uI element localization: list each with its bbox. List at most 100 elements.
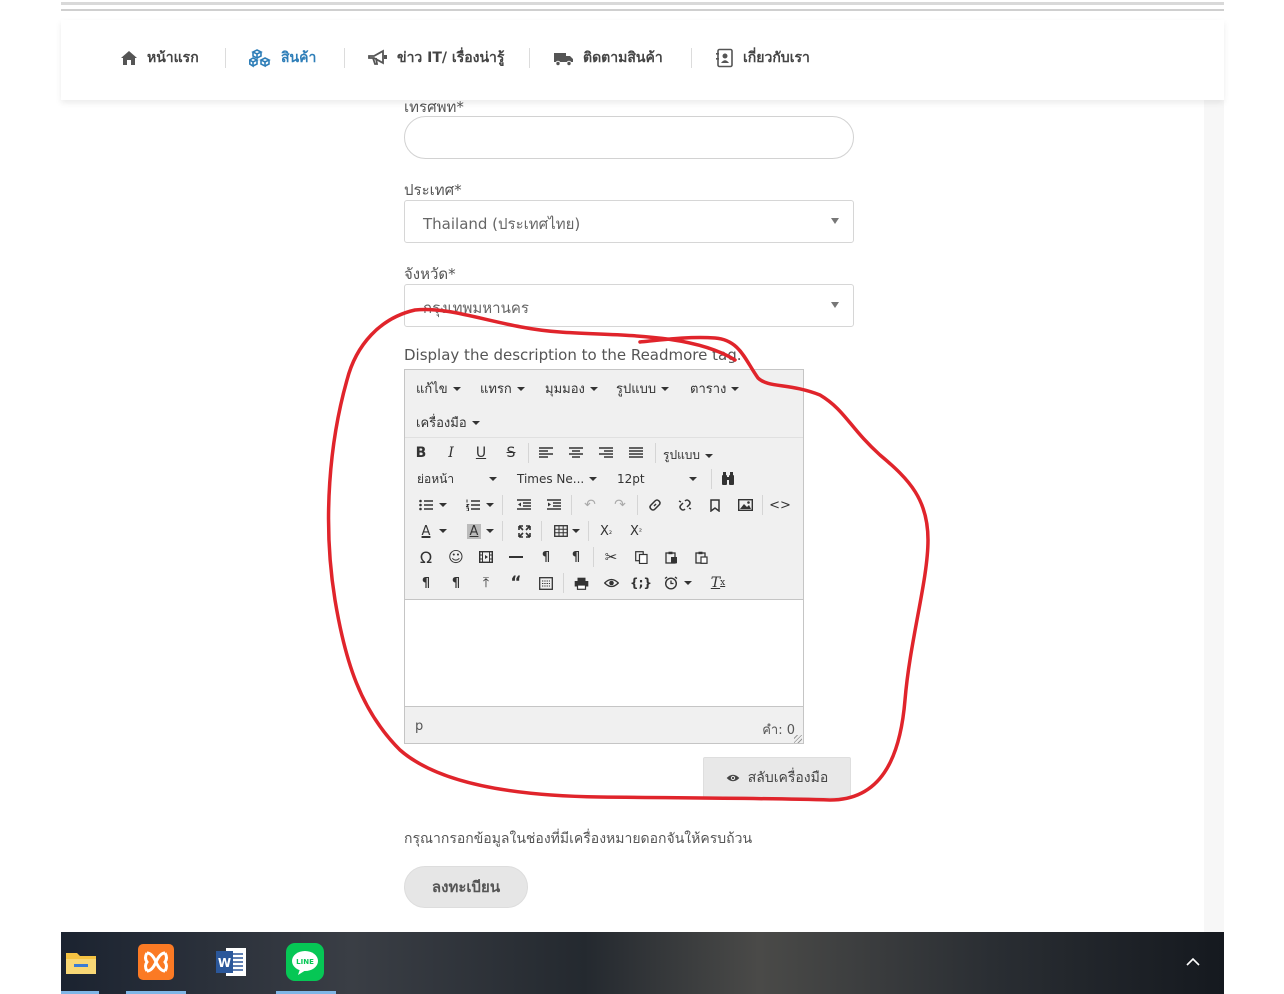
strikethrough-icon[interactable]: S [498, 442, 524, 464]
media-icon[interactable] [473, 546, 499, 568]
image-icon[interactable] [732, 494, 758, 516]
menu-view[interactable]: มุมมอง [545, 378, 598, 399]
toolbar-separator [593, 547, 594, 567]
show-blocks-icon[interactable]: ¶ [413, 572, 439, 594]
code-sample-icon[interactable]: {;} [628, 572, 654, 594]
formats-dropdown[interactable]: รูปแบบ [663, 446, 714, 465]
bullet-list-dropdown[interactable] [436, 494, 450, 516]
nav-label-it-news: ข่าว IT/ เรื่องน่ารู้ [397, 50, 505, 66]
word-count: คำ: 0 [762, 723, 795, 738]
align-right-icon[interactable] [593, 442, 619, 464]
line-app-icon[interactable]: LINE [285, 942, 325, 982]
browser-top-border [61, 2, 1224, 5]
page-break-icon[interactable]: ⤒ [473, 572, 499, 594]
chevron-up-icon[interactable] [1185, 954, 1201, 970]
bookmark-icon[interactable] [702, 494, 728, 516]
country-select[interactable]: Thailand (ประเทศไทย) [404, 200, 854, 243]
menu-insert[interactable]: แทรก [480, 378, 525, 399]
align-justify-icon[interactable] [623, 442, 649, 464]
toggle-toolbar-button[interactable]: สลับเครื่องมือ [703, 757, 851, 798]
template-icon[interactable] [533, 572, 559, 594]
align-center-icon[interactable] [563, 442, 589, 464]
visual-chars-icon[interactable]: ¶ [443, 572, 469, 594]
browser-top-border-2 [61, 9, 1224, 11]
blockquote-icon[interactable]: “ [503, 572, 529, 594]
dropdown-arrow-icon [516, 386, 525, 391]
nav-item-tracking[interactable]: ติดตามสินค้า [553, 46, 663, 70]
xampp-icon[interactable] [136, 942, 176, 982]
bold-icon[interactable]: B [408, 442, 434, 464]
preview-icon[interactable] [598, 572, 624, 594]
indent-icon[interactable] [541, 494, 567, 516]
italic-icon[interactable]: I [438, 442, 464, 464]
contact-card-icon [716, 48, 733, 68]
cut-icon[interactable]: ✂ [598, 546, 624, 568]
editor-content-area[interactable] [405, 599, 803, 707]
fullscreen-icon[interactable] [511, 520, 537, 542]
unlink-icon[interactable] [672, 494, 698, 516]
emoticons-icon[interactable]: ☺ [443, 546, 469, 568]
outdent-icon[interactable] [511, 494, 537, 516]
superscript-icon[interactable]: X² [623, 520, 649, 542]
block-format-select[interactable]: ย่อหน้า [413, 468, 503, 490]
dropdown-arrow-icon [684, 581, 692, 585]
dropdown-arrow-icon [705, 453, 714, 458]
copy-icon[interactable] [628, 546, 654, 568]
link-icon[interactable] [642, 494, 668, 516]
clear-formatting-icon[interactable]: Tx [705, 572, 731, 594]
menu-table[interactable]: ตาราง [690, 378, 740, 399]
phone-input[interactable] [404, 116, 854, 159]
file-explorer-icon[interactable] [61, 942, 101, 982]
undo-icon[interactable]: ↶ [577, 494, 603, 516]
text-color-dropdown[interactable] [436, 520, 450, 542]
font-size-value: 12pt [617, 472, 645, 486]
nav-item-it-news[interactable]: ข่าว IT/ เรื่องน่ารู้ [367, 46, 504, 70]
redo-icon[interactable]: ↷ [607, 494, 633, 516]
editor-statusbar: p คำ: 0 [405, 708, 803, 744]
font-family-select[interactable]: Times Ne... [513, 468, 603, 490]
datetime-dropdown[interactable] [681, 572, 695, 594]
paste-icon[interactable] [658, 546, 684, 568]
find-replace-icon[interactable] [715, 468, 741, 490]
editor-toolbar: B I U S รูปแบบ ย่อหน้า Times Ne... 12pt [405, 439, 803, 599]
word-icon[interactable]: W [211, 942, 251, 982]
dropdown-arrow-icon [572, 529, 580, 533]
toolbar-separator [571, 495, 572, 515]
toolbar-separator [588, 521, 589, 541]
menu-tools[interactable]: เครื่องมือ [416, 412, 480, 433]
table-dropdown[interactable] [569, 520, 583, 542]
paste-text-icon[interactable] [688, 546, 714, 568]
province-select[interactable]: กรุงเทพมหานคร [404, 284, 854, 327]
underline-icon[interactable]: U [468, 442, 494, 464]
dropdown-arrow-icon [661, 386, 670, 391]
source-code-icon[interactable]: <> [767, 494, 793, 516]
resize-handle-icon[interactable] [794, 735, 802, 743]
font-size-select[interactable]: 12pt [613, 468, 703, 490]
nav-item-products[interactable]: สินค้า [249, 46, 316, 70]
numbered-list-dropdown[interactable] [483, 494, 497, 516]
register-button[interactable]: ลงทะเบียน [404, 866, 528, 908]
align-left-icon[interactable] [533, 442, 559, 464]
eye-icon [726, 774, 740, 781]
subscript-icon[interactable]: X₂ [593, 520, 619, 542]
nav-divider [691, 48, 692, 68]
truck-icon [554, 53, 573, 67]
nav-divider [344, 48, 345, 68]
horizontal-rule-icon[interactable] [503, 546, 529, 568]
nav-divider [529, 48, 530, 68]
element-path[interactable]: p [415, 719, 423, 734]
rtl-paragraph-icon[interactable]: ¶ [563, 546, 589, 568]
nav-item-about[interactable]: เกี่ยวกับเรา [715, 46, 810, 70]
menu-format-label: รูปแบบ [616, 382, 657, 397]
screenshot-stage: หน้าแรก สินค้า ข่าว IT/ เรื่องน่ารู้ ติด… [0, 0, 1284, 994]
ltr-paragraph-icon[interactable]: ¶ [533, 546, 559, 568]
toggle-toolbar-label: สลับเครื่องมือ [747, 769, 829, 786]
nav-item-home[interactable]: หน้าแรก [119, 46, 199, 70]
background-color-dropdown[interactable] [483, 520, 497, 542]
nav-divider [225, 48, 226, 68]
special-character-icon[interactable]: Ω [413, 546, 439, 568]
print-icon[interactable] [568, 572, 594, 594]
menu-edit[interactable]: แก้ไข [416, 378, 461, 399]
menu-format[interactable]: รูปแบบ [616, 378, 670, 399]
toolbar-separator [541, 521, 542, 541]
